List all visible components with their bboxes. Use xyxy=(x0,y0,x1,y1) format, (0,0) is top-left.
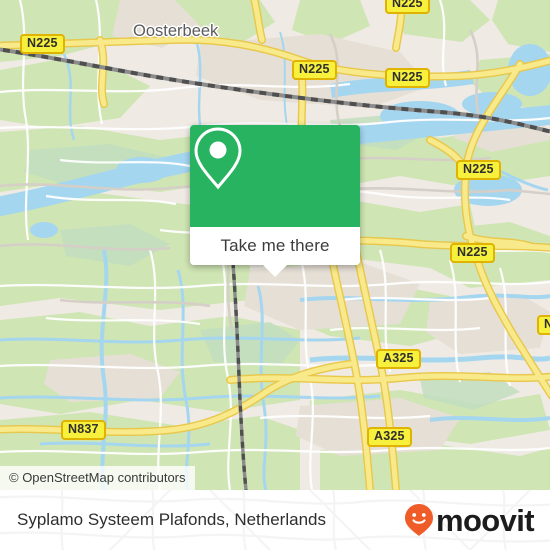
osm-attribution[interactable]: © OpenStreetMap contributors xyxy=(0,466,195,490)
road-shield-n225-top-mid: N225 xyxy=(292,60,337,80)
road-shield-n225-right-lower: N225 xyxy=(450,243,495,263)
road-shield-a325-lower: A325 xyxy=(367,427,412,447)
road-shield-n225-west: N225 xyxy=(20,34,65,54)
location-title: Syplamo Systeem Plafonds, Netherlands xyxy=(17,510,326,529)
map-pin-icon xyxy=(194,127,242,190)
take-me-there-popup[interactable]: Take me there xyxy=(190,125,360,277)
footer-bar: Syplamo Systeem Plafonds, Netherlands mo… xyxy=(0,490,550,550)
road-shield-n-edge-clipped: N xyxy=(537,315,550,335)
map-canvas[interactable]: Oosterbeek N225 N225 N225 N225 N225 N225… xyxy=(0,0,550,490)
road-shield-n225-top-clipped: N225 xyxy=(385,0,430,14)
road-shield-n837: N837 xyxy=(61,420,106,440)
moovit-wordmark: moovit xyxy=(435,502,535,538)
take-me-there-button[interactable]: Take me there xyxy=(190,227,360,265)
road-shield-n225-right-upper: N225 xyxy=(456,160,501,180)
popup-pointer xyxy=(262,264,288,277)
moovit-pin-smiley-icon xyxy=(404,504,433,536)
place-label-oosterbeek: Oosterbeek xyxy=(133,22,219,40)
popup-icon-area xyxy=(190,125,360,227)
road-shield-n225-top-right: N225 xyxy=(385,68,430,88)
moovit-map-screenshot: Oosterbeek N225 N225 N225 N225 N225 N225… xyxy=(0,0,550,550)
moovit-brand[interactable]: moovit xyxy=(404,502,535,538)
road-shield-a325-upper: A325 xyxy=(376,349,421,369)
take-me-there-label: Take me there xyxy=(220,236,330,255)
